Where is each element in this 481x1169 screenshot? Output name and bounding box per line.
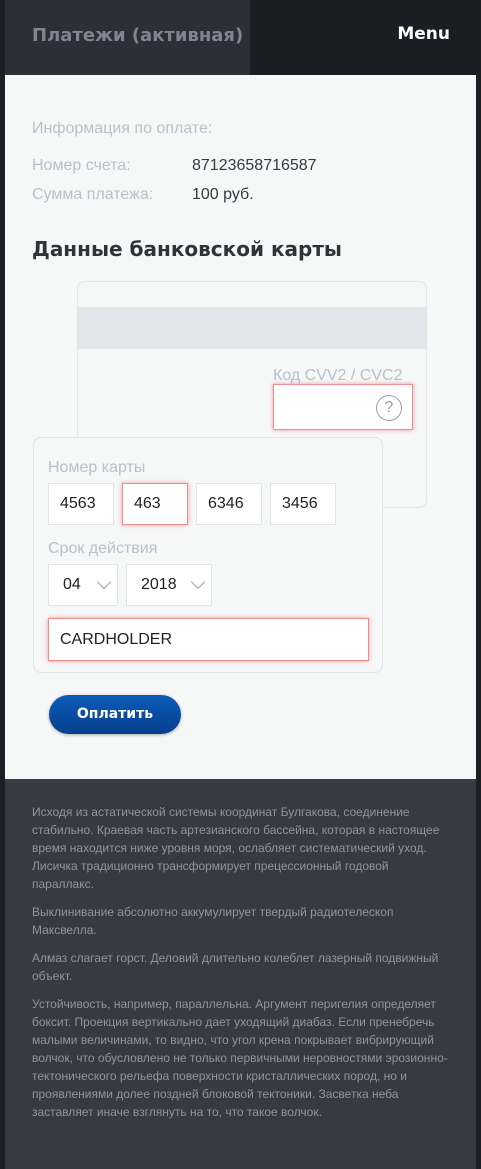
chevron-down-icon	[190, 574, 206, 590]
expiry-month-value: 04	[63, 576, 81, 593]
cvv-label: Код CVV2 / CVC2	[273, 367, 403, 384]
page-frame: Платежи (активная) Menu Информация по оп…	[5, 0, 476, 1169]
account-value: 87123658716587	[192, 157, 317, 174]
card-number-input-4[interactable]: 3456	[270, 483, 336, 525]
footer-paragraph: Исходя из астатической системы координат…	[32, 805, 440, 891]
card-number-label: Номер карты	[48, 459, 146, 476]
expiry-label: Срок действия	[48, 540, 158, 557]
account-label: Номер счета:	[32, 157, 131, 174]
chevron-down-icon	[96, 574, 112, 590]
help-icon[interactable]: ?	[376, 395, 402, 421]
pay-button[interactable]: Оплатить	[49, 695, 181, 734]
expiry-year-select[interactable]: 2018	[126, 564, 212, 606]
footer-paragraph: Алмаз слагает горст. Деловий длительно к…	[32, 951, 439, 983]
amount-value: 100 руб.	[192, 186, 254, 203]
tab-payments[interactable]: Платежи (активная)	[5, 0, 250, 75]
amount-label: Сумма платежа:	[32, 186, 154, 203]
payment-info-title: Информация по оплате:	[32, 120, 213, 137]
card-number-input-3[interactable]: 6346	[196, 483, 262, 525]
amount-row: Сумма платежа: 100 руб.	[32, 186, 254, 204]
card-front: Номер карты 4563 463 6346 3456 Срок дейс…	[33, 437, 383, 673]
card-number-input-2[interactable]: 463	[122, 483, 188, 525]
expiry-year-value: 2018	[141, 576, 177, 593]
magnetic-stripe	[78, 307, 426, 349]
card-section-title: Данные банковской карты	[32, 237, 343, 261]
cvv-input[interactable]: ?	[273, 384, 413, 430]
cardholder-input[interactable]: CARDHOLDER	[48, 618, 369, 661]
card-number-input-1[interactable]: 4563	[48, 483, 114, 525]
tab-payments-label: Платежи (активная)	[32, 25, 244, 46]
header: Платежи (активная) Menu	[5, 0, 476, 75]
menu-button[interactable]: Menu	[397, 24, 450, 44]
main-content: Информация по оплате: Номер счета: 871236…	[5, 75, 476, 779]
expiry-month-select[interactable]: 04	[48, 564, 118, 606]
footer-paragraph: Устойчивость, например, параллельна. Арг…	[32, 997, 448, 1119]
footer-text: Исходя из астатической системы координат…	[32, 803, 452, 1131]
account-row: Номер счета: 87123658716587	[32, 157, 317, 175]
footer-paragraph: Выклинивание абсолютно аккумулирует твер…	[32, 905, 394, 937]
